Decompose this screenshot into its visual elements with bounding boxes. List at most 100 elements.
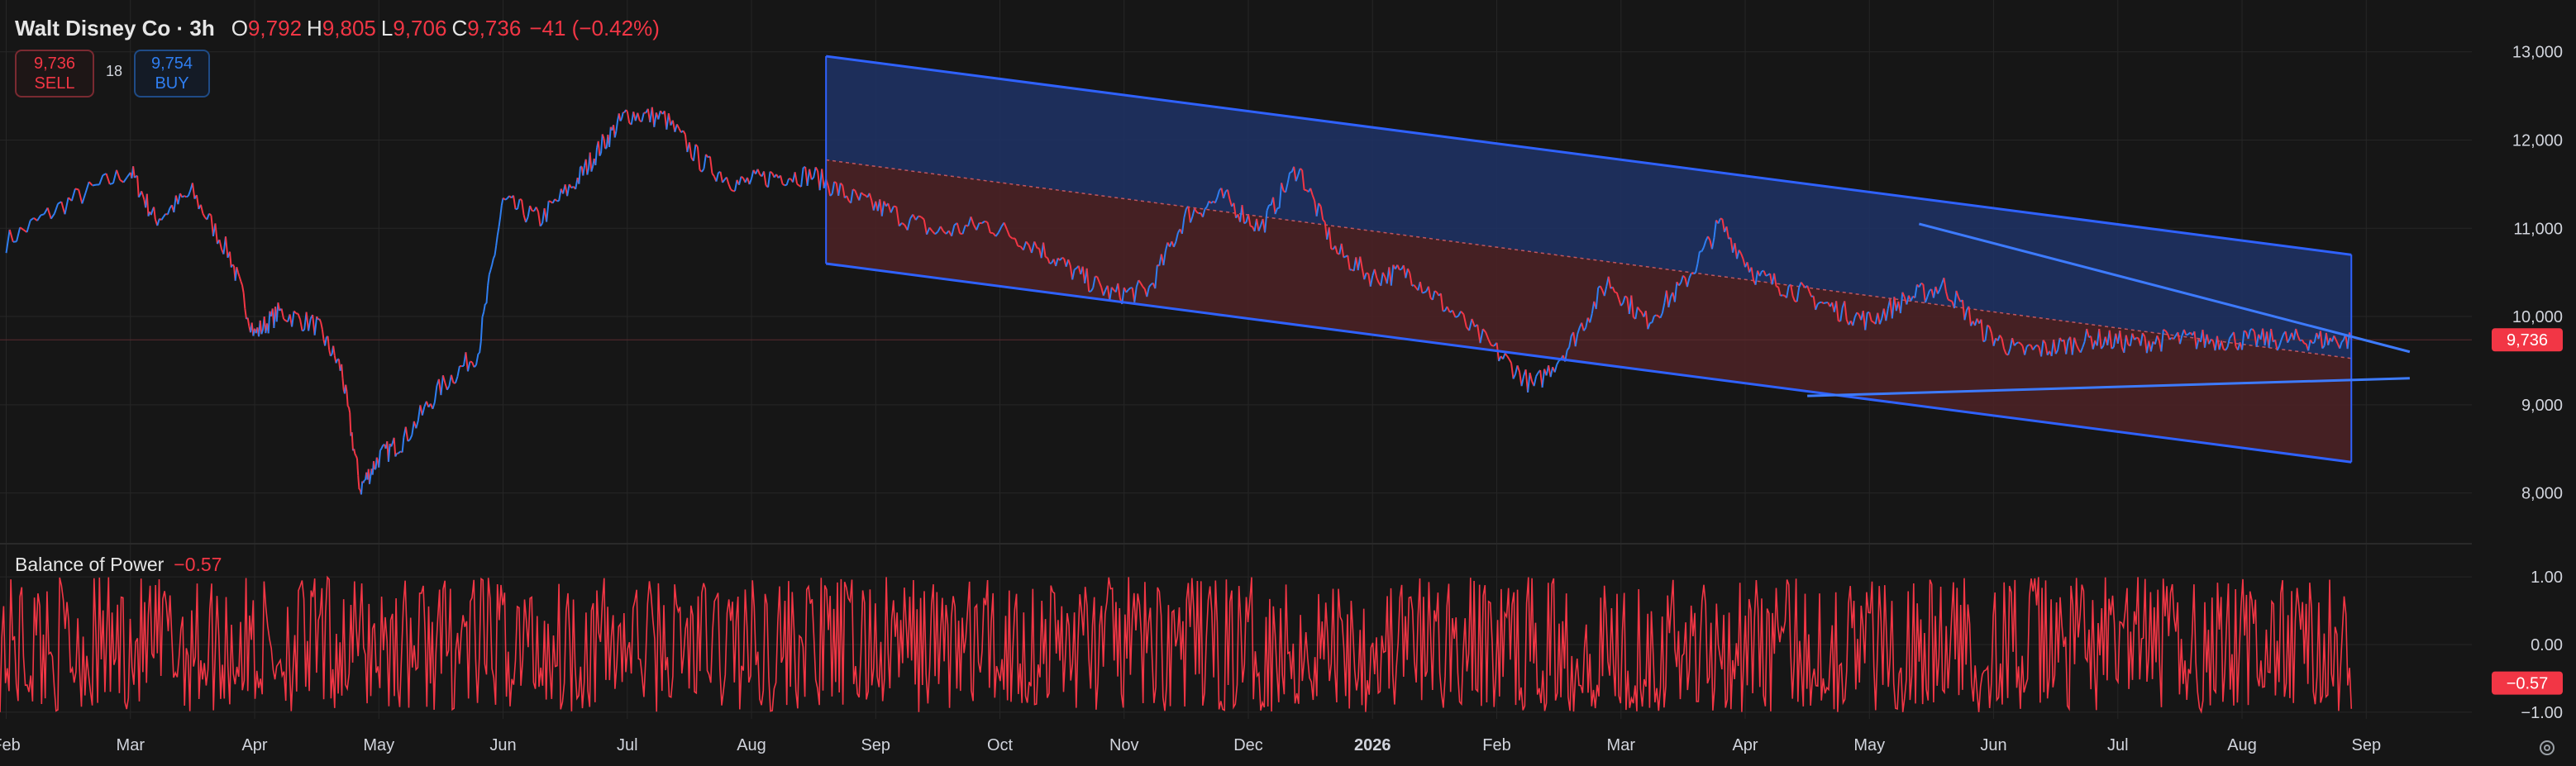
price-segment bbox=[231, 264, 235, 267]
high-key: H bbox=[307, 15, 322, 40]
price-segment bbox=[2163, 329, 2166, 332]
current-price-label: 9,736 bbox=[2507, 331, 2548, 350]
price-segment bbox=[1018, 245, 1021, 248]
price-segment bbox=[330, 354, 333, 357]
price-segment bbox=[1243, 221, 1247, 225]
indicator-legend[interactable]: Balance of Power −0.57 bbox=[15, 554, 222, 576]
price-tick-label: 11,000 bbox=[2513, 220, 2563, 238]
price-segment bbox=[1871, 320, 1874, 323]
bop-tick-label: −1.00 bbox=[2521, 704, 2563, 722]
bop-tick-label: 1.00 bbox=[2531, 569, 2563, 587]
price-segment bbox=[109, 182, 114, 185]
price-segment bbox=[1195, 211, 1200, 215]
high-value: 9,805 bbox=[322, 15, 376, 40]
time-tick-label: Jun bbox=[1980, 736, 2006, 754]
spread-value: 18 bbox=[105, 63, 123, 79]
price-segment bbox=[355, 455, 358, 459]
price-segment bbox=[770, 170, 773, 174]
price-segment bbox=[362, 479, 365, 483]
chart-canvas[interactable]: 8,000 9,000 10,000 11,000 12,000 13,000 Feb Mar… bbox=[0, 0, 2576, 766]
price-segment bbox=[1823, 302, 1827, 305]
price-tick-label: 8,000 bbox=[2521, 485, 2563, 503]
sell-price: 9,736 bbox=[33, 55, 76, 73]
price-segment bbox=[137, 194, 141, 198]
sell-button[interactable]: 9,736 SELL bbox=[15, 50, 94, 98]
price-segment bbox=[852, 188, 856, 192]
price-segment bbox=[782, 183, 785, 187]
chart-header: Walt Disney Co · 3h O 9,792 H 9,805 L 9,706… bbox=[15, 12, 660, 45]
indicator-value: −0.57 bbox=[174, 554, 222, 575]
time-tick-label: Mar bbox=[117, 736, 145, 754]
time-tick-label: May bbox=[1853, 736, 1885, 754]
price-tick-label: 13,000 bbox=[2512, 44, 2563, 62]
time-tick-label: 2026 bbox=[1354, 736, 1391, 754]
price-tick-label: 10,000 bbox=[2512, 308, 2563, 326]
price-segment bbox=[1780, 294, 1783, 297]
time-tick-label: Nov bbox=[1109, 736, 1139, 754]
price-segment bbox=[295, 312, 298, 315]
price-segment bbox=[740, 175, 744, 179]
price-segment bbox=[862, 193, 866, 197]
buy-price: 9,754 bbox=[150, 55, 193, 73]
time-tick-label: Sep bbox=[2351, 736, 2381, 754]
time-tick-label: May bbox=[363, 736, 394, 754]
price-segment bbox=[397, 451, 401, 454]
price-segment bbox=[351, 432, 354, 451]
time-tick-label: Apr bbox=[241, 736, 267, 754]
price-segment bbox=[347, 407, 351, 413]
price-segment bbox=[1765, 274, 1768, 277]
price-segment bbox=[346, 391, 349, 407]
price-segment bbox=[353, 449, 356, 454]
low-value: 9,706 bbox=[393, 15, 447, 40]
price-segment bbox=[40, 213, 45, 216]
change-value: −41 (−0.42%) bbox=[529, 15, 660, 40]
price-segment bbox=[1776, 285, 1779, 288]
buy-button[interactable]: 9,754 BUY bbox=[134, 50, 210, 98]
price-segment bbox=[74, 188, 79, 191]
price-segment bbox=[484, 302, 487, 305]
price-segment bbox=[2244, 330, 2247, 333]
time-tick-label: Apr bbox=[1732, 736, 1758, 754]
price-segment bbox=[1061, 256, 1065, 259]
price-segment bbox=[1399, 268, 1402, 271]
price-segment bbox=[358, 488, 361, 491]
bop-value-label: −0.57 bbox=[2507, 675, 2549, 693]
time-tick-label: Aug bbox=[2227, 736, 2257, 754]
close-value: 9,736 bbox=[467, 15, 522, 40]
time-tick-label: Oct bbox=[987, 736, 1014, 754]
price-segment bbox=[2018, 341, 2021, 345]
time-tick-label: Mar bbox=[1607, 736, 1636, 754]
price-segment bbox=[357, 475, 360, 490]
price-segment bbox=[360, 481, 364, 495]
time-tick-label: Sep bbox=[861, 736, 890, 754]
gear-icon[interactable] bbox=[2536, 737, 2558, 759]
price-segment bbox=[185, 195, 189, 198]
price-segment bbox=[1949, 299, 1953, 302]
price-segment bbox=[1947, 298, 1951, 302]
symbol-title[interactable]: Walt Disney Co · 3h bbox=[15, 16, 215, 41]
price-segment bbox=[1653, 314, 1657, 317]
price-segment bbox=[1821, 301, 1825, 305]
price-segment bbox=[1655, 314, 1659, 317]
price-segment bbox=[134, 175, 137, 178]
price-segment bbox=[477, 352, 480, 354]
price-segment bbox=[1720, 217, 1723, 221]
price-segment bbox=[548, 200, 551, 202]
price-segment bbox=[341, 364, 344, 378]
time-tick-label: Dec bbox=[1233, 736, 1263, 754]
price-segment bbox=[346, 405, 350, 408]
price-segment bbox=[349, 412, 352, 436]
price-segment bbox=[341, 378, 345, 390]
price-tick-label: 9,000 bbox=[2521, 397, 2563, 415]
price-segment bbox=[1982, 340, 1986, 343]
price-segment bbox=[92, 183, 97, 187]
price-segment bbox=[504, 197, 508, 201]
price-segment bbox=[1366, 272, 1369, 275]
price-segment bbox=[833, 181, 837, 184]
price-segment bbox=[355, 458, 360, 476]
time-tick-label: Jul bbox=[2107, 736, 2129, 754]
price-segment bbox=[1424, 290, 1427, 293]
indicator-name: Balance of Power bbox=[15, 554, 165, 575]
open-value: 9,792 bbox=[247, 15, 303, 40]
price-segment bbox=[1920, 282, 1924, 285]
